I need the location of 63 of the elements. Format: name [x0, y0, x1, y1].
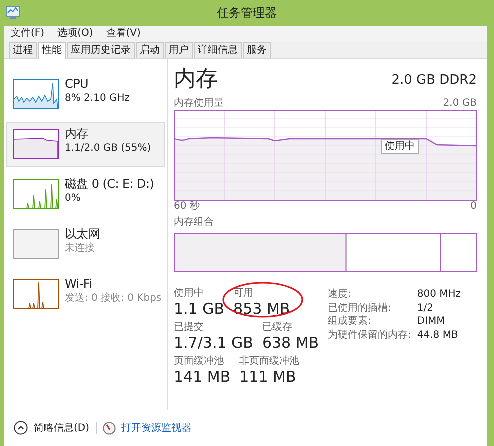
chart-label: 内存组合	[174, 217, 215, 229]
resource-monitor-link[interactable]: 打开资源监视器	[122, 420, 192, 436]
menu-item[interactable]: 查看(V)	[106, 26, 141, 41]
property-value: 44.8 MB	[417, 328, 460, 342]
tab[interactable]: 进程	[9, 42, 37, 58]
menu-item[interactable]: 文件(F)	[11, 26, 45, 41]
stat-value: 1.7/3.1 GB	[174, 334, 254, 352]
property-value: 800 MHz	[417, 288, 462, 302]
resource-item[interactable]: 内存 1.1/2.0 GB (55%)	[6, 122, 165, 167]
tab[interactable]: 启动	[136, 42, 164, 58]
usage-graph-thumbnail	[13, 79, 59, 110]
panel-title: 内存	[174, 66, 218, 94]
axis-label: 60 秒	[174, 201, 200, 213]
resource-detail: 0%	[65, 192, 82, 205]
property-label: 为硬件保留的内存:	[328, 328, 418, 342]
resource-detail: 发送: 0 接收: 0 Kbps	[65, 292, 162, 305]
resource-name: 磁盘 0 (C: E: D:)	[65, 177, 154, 192]
resource-item[interactable]: 磁盘 0 (C: E: D:) 0%	[6, 172, 165, 217]
resource-detail: 未连接	[65, 242, 96, 255]
resource-item[interactable]: Wi-Fi 发送: 0 接收: 0 Kbps	[6, 272, 165, 317]
stat-value: 141 MB	[174, 368, 231, 386]
stat-value: 1.1 GB	[174, 300, 225, 318]
memory-spec: 2.0 GB DDR2	[392, 72, 477, 90]
stat-value: 111 MB	[240, 368, 298, 386]
tab[interactable]: 详细信息	[194, 42, 242, 58]
stat-value: 638 MB	[262, 334, 320, 352]
resource-name: CPU	[65, 77, 90, 92]
resource-item[interactable]: 以太网 未连接	[6, 222, 165, 267]
tooltip: 使用中	[381, 139, 419, 154]
usage-graph-thumbnail	[13, 129, 59, 160]
stat-label: 已缓存	[262, 322, 294, 334]
stat-label: 页面缓冲池	[174, 356, 225, 368]
resource-name: 内存	[65, 127, 90, 142]
app-icon	[6, 6, 20, 19]
chart-label: 内存使用量	[174, 98, 224, 110]
tab[interactable]: 用户	[165, 42, 193, 58]
property-value: DIMM	[417, 315, 446, 328]
resource-item[interactable]: CPU 8% 2.10 GHz	[6, 72, 165, 117]
summary-toggle[interactable]: 简略信息(D)	[34, 420, 90, 436]
resource-detail: 1.1/2.0 GB (55%)	[65, 142, 152, 155]
property-label: 已使用的插槽:	[328, 302, 392, 315]
menu-item[interactable]: 选项(O)	[58, 26, 94, 41]
stat-label: 使用中	[174, 288, 205, 300]
stat-label: 已提交	[174, 322, 205, 334]
property-value: 1/2	[417, 302, 434, 315]
usage-graph-thumbnail	[13, 229, 59, 260]
window-title: 任务管理器	[217, 5, 277, 22]
axis-max-label: 2.0 GB	[443, 98, 477, 110]
property-label: 速度:	[328, 288, 352, 302]
stat-label: 可用	[234, 288, 255, 300]
tab[interactable]: 性能	[38, 42, 66, 59]
tab[interactable]: 服务	[243, 42, 271, 58]
resource-name: 以太网	[65, 227, 100, 242]
tab[interactable]: 应用历史记录	[67, 42, 135, 58]
property-label: 组成要素:	[328, 315, 372, 328]
resource-detail: 8% 2.10 GHz	[65, 92, 130, 105]
axis-label: 0	[470, 201, 477, 213]
usage-graph-thumbnail	[13, 179, 59, 210]
stat-label: 非页面缓冲池	[240, 356, 300, 368]
gauge-icon	[102, 422, 116, 434]
collapse-icon[interactable]	[14, 421, 28, 435]
resource-name: Wi-Fi	[65, 277, 94, 292]
usage-graph-thumbnail	[13, 279, 59, 310]
